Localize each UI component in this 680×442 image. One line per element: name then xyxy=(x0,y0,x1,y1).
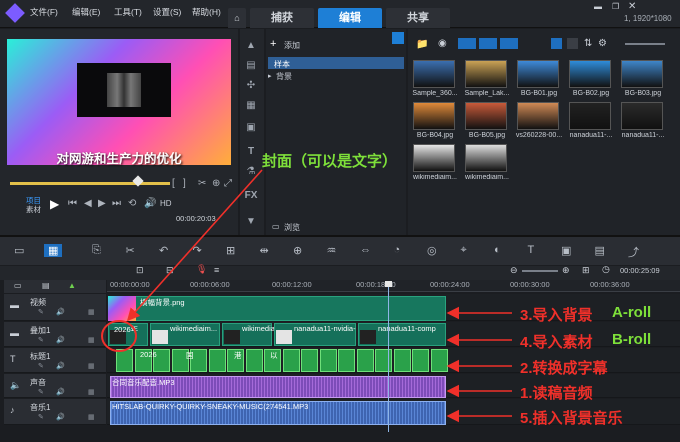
cover-annotation: 封面（可以是文字） xyxy=(262,153,398,170)
a-roll-annotation: A-roll xyxy=(612,304,652,321)
music-annotation: 5.插入背景音乐 xyxy=(520,410,623,427)
b-roll-annotation: B-roll xyxy=(612,331,652,348)
subtitle-annotation: 2.转换成字幕 xyxy=(520,360,608,377)
voice-annotation: 1.读稿音频 xyxy=(520,385,593,402)
material-annotation: 4.导入素材 xyxy=(520,334,593,351)
highlight-circle xyxy=(101,320,137,352)
bg-annotation: 3.导入背景 xyxy=(520,307,593,324)
cover-arrow xyxy=(126,169,263,322)
video-editor-window: 文件(F) 编辑(E) 工具(T) 设置(S) 帮助(H) ⌂ 捕获 编辑 共享… xyxy=(0,0,680,442)
